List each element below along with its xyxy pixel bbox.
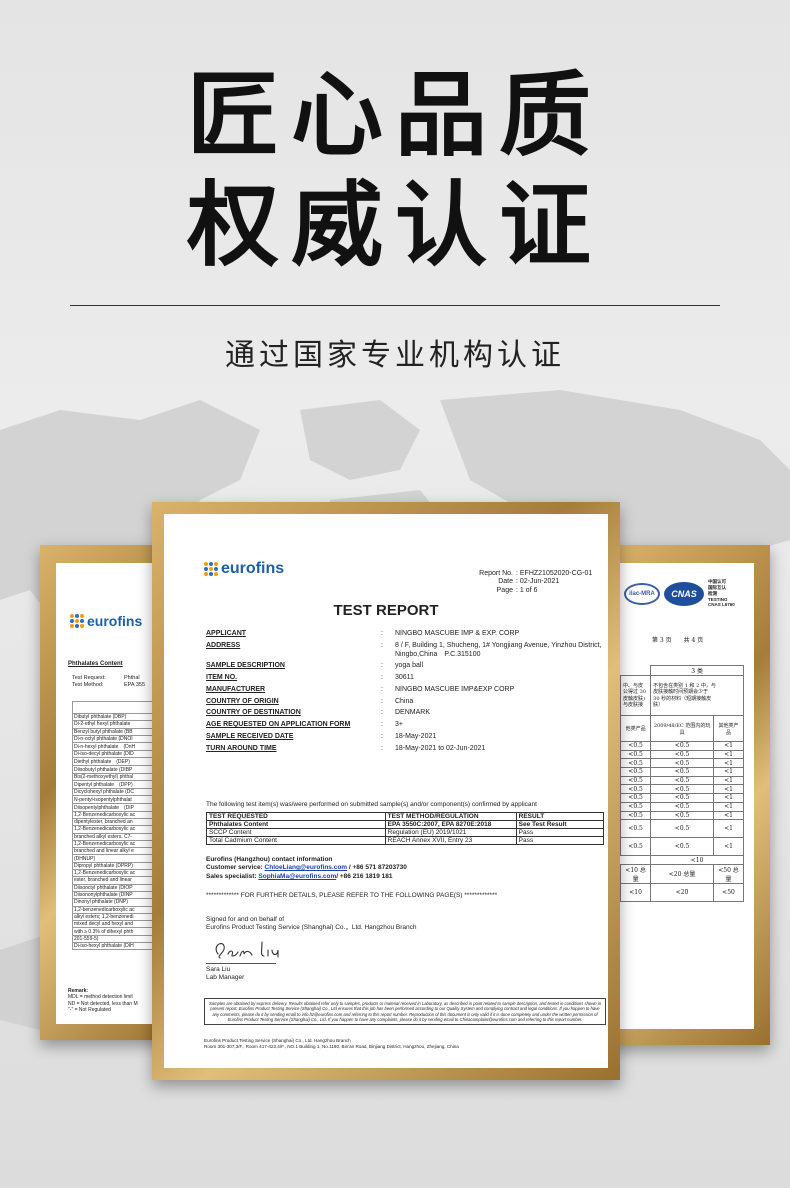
right-certificate-frame: ilac-MRA CNAS 中国认可 国际互认 检测 TESTING CNAS … [610, 545, 770, 1045]
contact-info: Eurofins (Hangzhou) contact information … [206, 856, 407, 880]
field-label: COUNTRY OF DESTINATION [206, 709, 301, 717]
handwritten-signature [215, 941, 279, 959]
main-certificate-frame: eurofins Report No.: EFHZ21052020-CG-01 … [152, 502, 620, 1080]
field-label: ADDRESS [206, 641, 241, 649]
main-certificate-paper: eurofins Report No.: EFHZ21052020-CG-01 … [164, 514, 608, 1068]
field-value: 8 / F, Building 1, Shucheng, 1# Yongjian… [395, 641, 602, 658]
table-row: <0.5 <0.5 <1 [619, 758, 744, 769]
eurofins-logo: eurofins [204, 560, 284, 578]
field-label: SAMPLE DESCRIPTION [206, 662, 285, 670]
table-row: <0.5 <0.5 <1 [619, 801, 744, 812]
cnas-logo-icon: CNAS [664, 581, 704, 606]
table-row: <0.5 <0.5 <1 [619, 741, 744, 751]
field-row: AGE REQUESTED ON APPLICATION FORM: 3+ [206, 721, 606, 730]
table-row: <0.5 <0.5 <1 [619, 784, 744, 795]
table-row: <0.5 <0.5 <1 [619, 767, 744, 777]
table-row: <0.5 <0.5 <1 [619, 775, 744, 786]
sales-email-link[interactable]: SophiaMa@eurofins.com [258, 873, 336, 880]
field-colon: : [381, 674, 383, 681]
field-colon: : [381, 721, 383, 728]
right-certificate-paper: ilac-MRA CNAS 中国认可 国际互认 检测 TESTING CNAS … [610, 563, 754, 1029]
logo-text: eurofins [221, 560, 285, 577]
disclaimer-box: Samples are obtained by express delivery… [204, 998, 606, 1025]
field-colon: : [381, 641, 383, 649]
page-number: 第 3 页 共 4 页 [652, 637, 704, 644]
field-row: COUNTRY OF DESTINATION: DENMARK [206, 709, 606, 718]
report-title: TEST REPORT [333, 602, 439, 619]
field-label: TURN AROUND TIME [206, 744, 277, 752]
subtitle: 通过国家专业机构认证 [225, 338, 565, 373]
field-label: APPLICANT [206, 630, 247, 637]
cert-text: 中国认可 国际互认 检测 TESTING CNAS L6760 [708, 579, 735, 608]
field-row: TURN AROUND TIME: 18-May-2021 to 02-Jun-2… [206, 745, 606, 754]
report-header-info: Report No.: EFHZ21052020-CG-01 Date: 02-… [479, 570, 593, 594]
field-label: SAMPLE RECEIVED DATE [206, 732, 294, 740]
table-row: Phthalates Content EPA 3550C:2007, EPA 82… [206, 820, 605, 829]
remarks: Remark: MDL = method detection limit ND … [68, 988, 138, 1013]
table-row: Total Cadmium Content REACH Annex XVII, E… [206, 836, 605, 845]
divider [70, 305, 720, 306]
signed-on-behalf: Signed for and on behalf of Eurofins Pro… [206, 916, 417, 932]
table-row: <0.5 <0.5 <1 [619, 810, 744, 821]
field-row: ADDRESS: 8 / F, Building 1, Shucheng, 1# … [206, 642, 606, 660]
field-colon: : [381, 709, 383, 717]
field-colon: : [381, 662, 383, 670]
intro-text: The following test item(s) was/were perf… [206, 801, 537, 808]
field-value: 3+ [395, 721, 403, 728]
field-row: SAMPLE RECEIVED DATE: 18-May-2021 [206, 733, 606, 742]
field-value: NINGBO MASCUBE IMP & EXP. CORP [395, 630, 520, 637]
eurofins-logo: eurofins [70, 613, 142, 629]
field-colon: : [381, 685, 383, 693]
table-row: <0.5 <0.5 <1 [619, 749, 744, 760]
eurofins-dots-icon [70, 614, 84, 628]
field-colon: : [381, 744, 383, 752]
signature-line [206, 963, 276, 964]
customer-service-email-link[interactable]: ChloeLiang@eurofins.com [265, 864, 348, 871]
footer-address: Eurofins Product Testing Service (Shangh… [204, 1038, 459, 1049]
ilac-mra-icon: ilac-MRA [624, 582, 660, 605]
field-value: DENMARK [395, 709, 431, 717]
field-colon: : [381, 732, 383, 740]
field-row: MANUFACTURER: NINGBO MASCUBE IMP&EXP CORP [206, 686, 606, 695]
headline-line2: 权威认证 [186, 172, 603, 279]
field-value: NINGBO MASCUBE IMP&EXP CORP [395, 685, 515, 693]
headline-line1: 匠心品质 [186, 62, 603, 169]
eurofins-dots-icon [204, 562, 218, 576]
field-label: AGE REQUESTED ON APPLICATION FORM [206, 721, 351, 728]
field-row: COUNTRY OF ORIGIN: China [206, 698, 606, 707]
signer: Sara Liu Lab Manager [206, 966, 245, 981]
field-row: APPLICANT: NINGBO MASCUBE IMP & EXP. CORP [206, 630, 606, 639]
test-results-table: TEST REQUESTED TEST METHOD/REGULATION RE… [206, 812, 605, 845]
field-label: ITEM NO. [206, 674, 238, 681]
field-colon: : [381, 697, 383, 705]
accreditation-logos: ilac-MRA CNAS 中国认可 国际互认 检测 TESTING CNAS … [624, 579, 735, 608]
table-row: SCCP Content Regulation (EU) 2019/1021 Pas… [206, 828, 605, 837]
field-value: 30611 [395, 674, 414, 681]
table-row: <0.5 <0.5 <1 [619, 793, 744, 803]
report-fields: APPLICANT: NINGBO MASCUBE IMP & EXP. CORP… [206, 630, 606, 756]
field-value: 18-May-2021 to 02-Jun-2021 [395, 744, 486, 752]
field-value: yoga ball [395, 662, 424, 670]
field-label: MANUFACTURER [206, 685, 266, 693]
field-value: China [395, 697, 414, 705]
field-row: ITEM NO.: 30611 [206, 674, 606, 683]
field-value: 18-May-2021 [395, 732, 437, 740]
logo-text: eurofins [87, 613, 143, 629]
section-title: Phthalates Content [68, 661, 123, 667]
field-label: COUNTRY OF ORIGIN [206, 697, 279, 705]
field-colon: : [381, 630, 383, 637]
further-details-note: ************* FOR FURTHER DETAILS, PLEAS… [206, 892, 498, 899]
right-results-table: 3 类 中、与皮 公得过 30 皮触皮肤) 与皮肤接 不包含在类别 1 和 2 中，与… [619, 665, 744, 902]
field-row: SAMPLE DESCRIPTION: yoga ball [206, 662, 606, 671]
